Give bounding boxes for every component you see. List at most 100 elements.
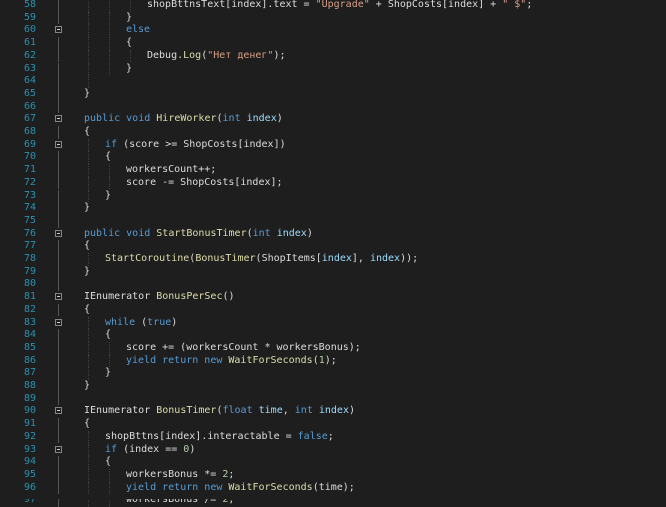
code-text: StartCoroutine(BonusTimer(ShopItems[inde… — [105, 253, 418, 266]
code-line[interactable]: 62 Debug.Log("Нет денег"); — [0, 49, 666, 63]
code-line[interactable]: 83 while (true) — [0, 316, 666, 330]
code-line[interactable]: 64 — [0, 75, 666, 88]
fold-line — [58, 62, 59, 76]
code-line[interactable]: 79} — [0, 265, 666, 279]
code-text: { — [84, 126, 90, 139]
line-number: 60 — [23, 24, 36, 36]
code-line[interactable]: 74} — [0, 202, 666, 215]
code-token: index — [369, 253, 401, 264]
code-token: IEnumerator — [84, 291, 157, 303]
code-text: if (score >= ShopCosts[index]) — [105, 139, 286, 152]
code-line[interactable]: 92 shopBttns[index].interactable = false; — [0, 430, 666, 444]
code-line[interactable]: 96 yield return new WaitForSeconds(time); — [0, 481, 666, 495]
code-line[interactable]: 82 { — [0, 303, 666, 317]
code-line[interactable]: 85 score += (workersCount * workersBonus)… — [0, 341, 666, 355]
code-token: yield — [126, 481, 157, 493]
code-text: score -= ShopCosts[index]; — [126, 177, 283, 190]
code-line[interactable]: 93 if (index == 0) — [0, 443, 666, 457]
line-number: 96 — [23, 481, 36, 493]
code-text: workersCount++; — [126, 164, 216, 177]
code-token: true — [147, 316, 172, 328]
code-editor[interactable]: 58 shopBttnsText[index].text = "Upgrade" … — [0, 0, 666, 507]
code-token: { — [126, 37, 133, 49]
collapse-icon[interactable] — [55, 407, 62, 415]
code-line[interactable]: 95 workersBonus *= 2; — [0, 468, 666, 482]
fold-line — [58, 253, 59, 266]
line-number: 86 — [23, 354, 36, 366]
collapse-icon[interactable] — [55, 229, 62, 237]
line-number: 59 — [23, 11, 36, 23]
code-token: time — [258, 405, 283, 417]
code-line[interactable]: 77 { — [0, 240, 666, 253]
collapse-icon[interactable] — [55, 293, 62, 301]
code-token: ( — [135, 316, 148, 328]
fold-line — [58, 303, 59, 317]
code-text: { — [105, 151, 111, 164]
code-line[interactable]: 76 public void StartBonusTimer(int index) — [0, 228, 666, 241]
indent-guide — [109, 0, 110, 12]
code-line[interactable]: 59} — [0, 11, 666, 25]
collapse-icon[interactable] — [55, 318, 62, 326]
code-line[interactable]: 78 StartCoroutine(BonusTimer(ShopItems[in… — [0, 253, 666, 266]
code-line[interactable]: 84 { — [0, 329, 666, 342]
code-line[interactable]: 91 { — [0, 418, 666, 431]
indent-guide — [88, 164, 89, 177]
code-token: { — [105, 329, 112, 341]
code-token: return — [162, 354, 199, 366]
collapse-icon[interactable] — [55, 115, 62, 123]
line-number: 89 — [23, 392, 36, 404]
line-number: 66 — [23, 100, 36, 112]
code-line[interactable]: 65} — [0, 87, 666, 101]
code-token: workersCount++; — [126, 164, 217, 176]
indent-guide — [88, 316, 89, 330]
code-text: public void StartBonusTimer(int index) — [84, 228, 313, 241]
code-line[interactable]: 63} — [0, 62, 666, 76]
code-token: WaitForSeconds — [228, 481, 313, 493]
code-line[interactable]: 80 — [0, 278, 666, 292]
indent-guide — [88, 456, 89, 469]
line-number: 84 — [23, 329, 36, 341]
code-line[interactable]: 67 public void HireWorker(int index) — [0, 113, 666, 126]
code-line[interactable]: 86 yield return new WaitForSeconds(1); — [0, 354, 666, 368]
code-token: while — [105, 316, 136, 328]
line-number: 78 — [23, 253, 36, 264]
line-number: 70 — [23, 151, 36, 163]
code-line[interactable]: 81 IEnumerator BonusPerSec() — [0, 291, 666, 304]
code-line[interactable]: 61 { — [0, 37, 666, 50]
code-line[interactable]: 88} — [0, 380, 666, 393]
indent-guide — [109, 468, 110, 482]
code-line[interactable]: 66 — [0, 100, 666, 114]
indent-guide — [88, 430, 89, 444]
code-line[interactable]: 75 — [0, 214, 666, 228]
code-line[interactable]: 69 if (score >= ShopCosts[index]) — [0, 138, 666, 152]
collapse-icon[interactable] — [55, 26, 62, 34]
code-line[interactable]: 90 IEnumerator BonusTimer(float time, int… — [0, 405, 666, 418]
indent-guide — [88, 443, 89, 457]
code-text: else — [126, 24, 150, 37]
code-line[interactable]: 60 else — [0, 24, 666, 38]
code-line[interactable]: 94 { — [0, 456, 666, 469]
code-line[interactable]: 89 — [0, 392, 666, 406]
code-token: } — [84, 380, 91, 391]
line-number: 83 — [23, 316, 36, 328]
code-line[interactable]: 58 shopBttnsText[index].text = "Upgrade" … — [0, 0, 666, 12]
code-text: IEnumerator BonusPerSec() — [84, 291, 235, 304]
code-line[interactable]: 70 { — [0, 151, 666, 165]
code-line[interactable]: 72 score -= ShopCosts[index]; — [0, 176, 666, 190]
collapse-icon[interactable] — [55, 140, 62, 148]
code-token: ) — [171, 316, 178, 328]
line-number: 68 — [23, 126, 36, 137]
code-text: } — [84, 380, 90, 393]
code-token: } — [84, 265, 91, 277]
code-line[interactable]: 73} — [0, 189, 666, 203]
indent-guide — [88, 0, 89, 12]
fold-line — [58, 126, 59, 139]
code-token: int — [222, 113, 241, 125]
code-line[interactable]: 87} — [0, 367, 666, 380]
code-token: new — [204, 481, 223, 493]
fold-line — [58, 354, 59, 368]
code-line[interactable]: 68 { — [0, 126, 666, 139]
collapse-icon[interactable] — [55, 445, 62, 453]
code-line[interactable]: 71 workersCount++; — [0, 164, 666, 177]
code-token: else — [126, 24, 151, 36]
